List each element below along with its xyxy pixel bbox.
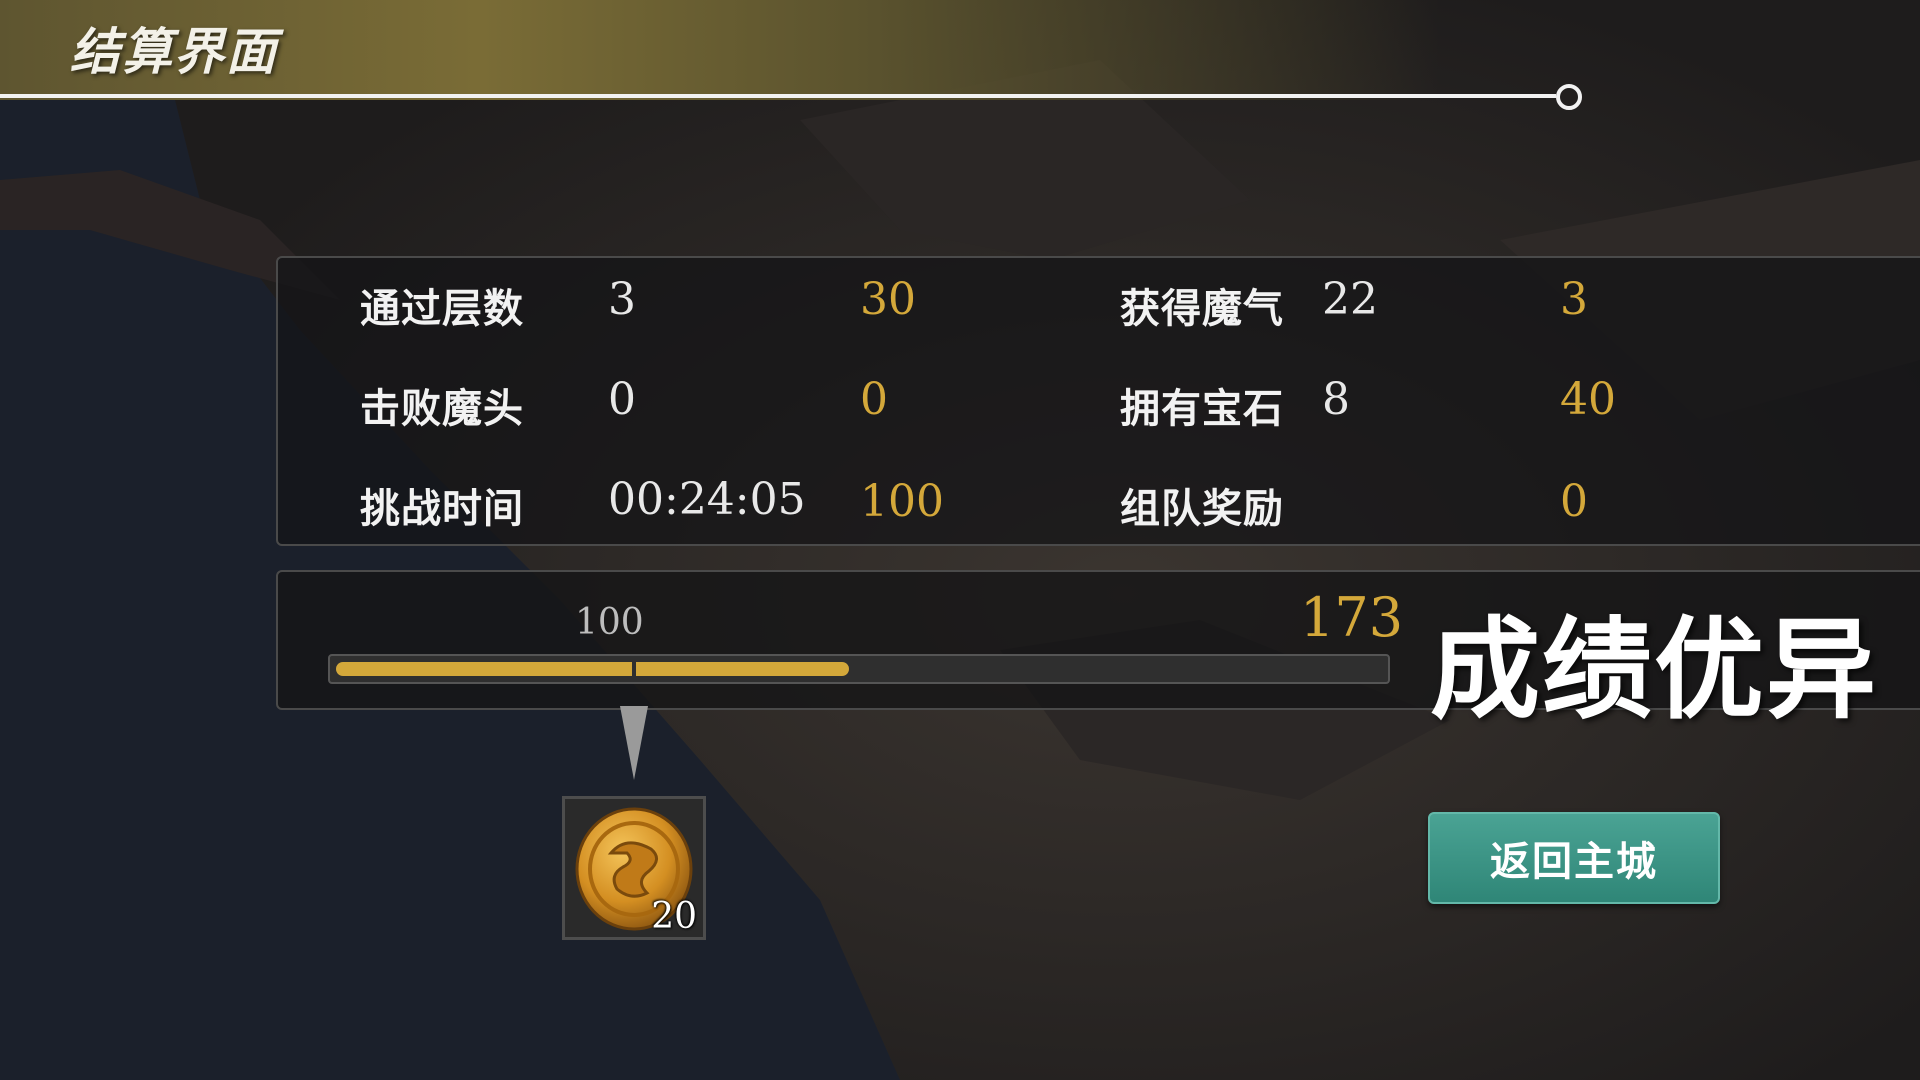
- stat-label-gems: 拥有宝石: [1120, 385, 1284, 432]
- title-line-end-circle: [1556, 84, 1582, 110]
- score-threshold-label: 100: [575, 602, 644, 643]
- score-progress-bar: [328, 654, 1390, 684]
- score-progress-fill: [336, 662, 849, 676]
- progress-threshold-marker: [632, 658, 636, 680]
- page-title: 结算界面: [70, 22, 278, 81]
- stat-label-bosses: 击败魔头: [360, 385, 524, 432]
- return-to-city-button[interactable]: 返回主城: [1428, 812, 1720, 904]
- header-band: [0, 0, 1920, 100]
- stat-bonus-time: 100: [860, 476, 944, 527]
- stat-label-floors: 通过层数: [360, 285, 524, 332]
- total-score: 173: [1300, 586, 1404, 649]
- stat-label-time: 挑战时间: [360, 485, 524, 532]
- stat-bonus-team-reward: 0: [1560, 476, 1588, 527]
- reward-pointer-arrow: [620, 706, 648, 780]
- reward-item-slot[interactable]: 20: [562, 796, 706, 940]
- reward-count: 20: [651, 896, 697, 937]
- stat-bonus-bosses: 0: [860, 374, 888, 425]
- stat-value-gems: 8: [1322, 374, 1350, 425]
- stat-value-bosses: 0: [608, 374, 636, 425]
- stat-value-time: 00:24:05: [608, 474, 806, 525]
- title-underline: [0, 94, 1556, 98]
- stat-label-demon-energy: 获得魔气: [1120, 285, 1284, 332]
- stat-bonus-gems: 40: [1560, 374, 1616, 425]
- stat-bonus-demon-energy: 3: [1560, 274, 1588, 325]
- grade-text: 成绩优异: [1430, 605, 1878, 734]
- stat-value-demon-energy: 22: [1322, 274, 1378, 325]
- stat-label-team-reward: 组队奖励: [1120, 485, 1284, 532]
- stat-bonus-floors: 30: [860, 274, 916, 325]
- stat-value-floors: 3: [608, 274, 636, 325]
